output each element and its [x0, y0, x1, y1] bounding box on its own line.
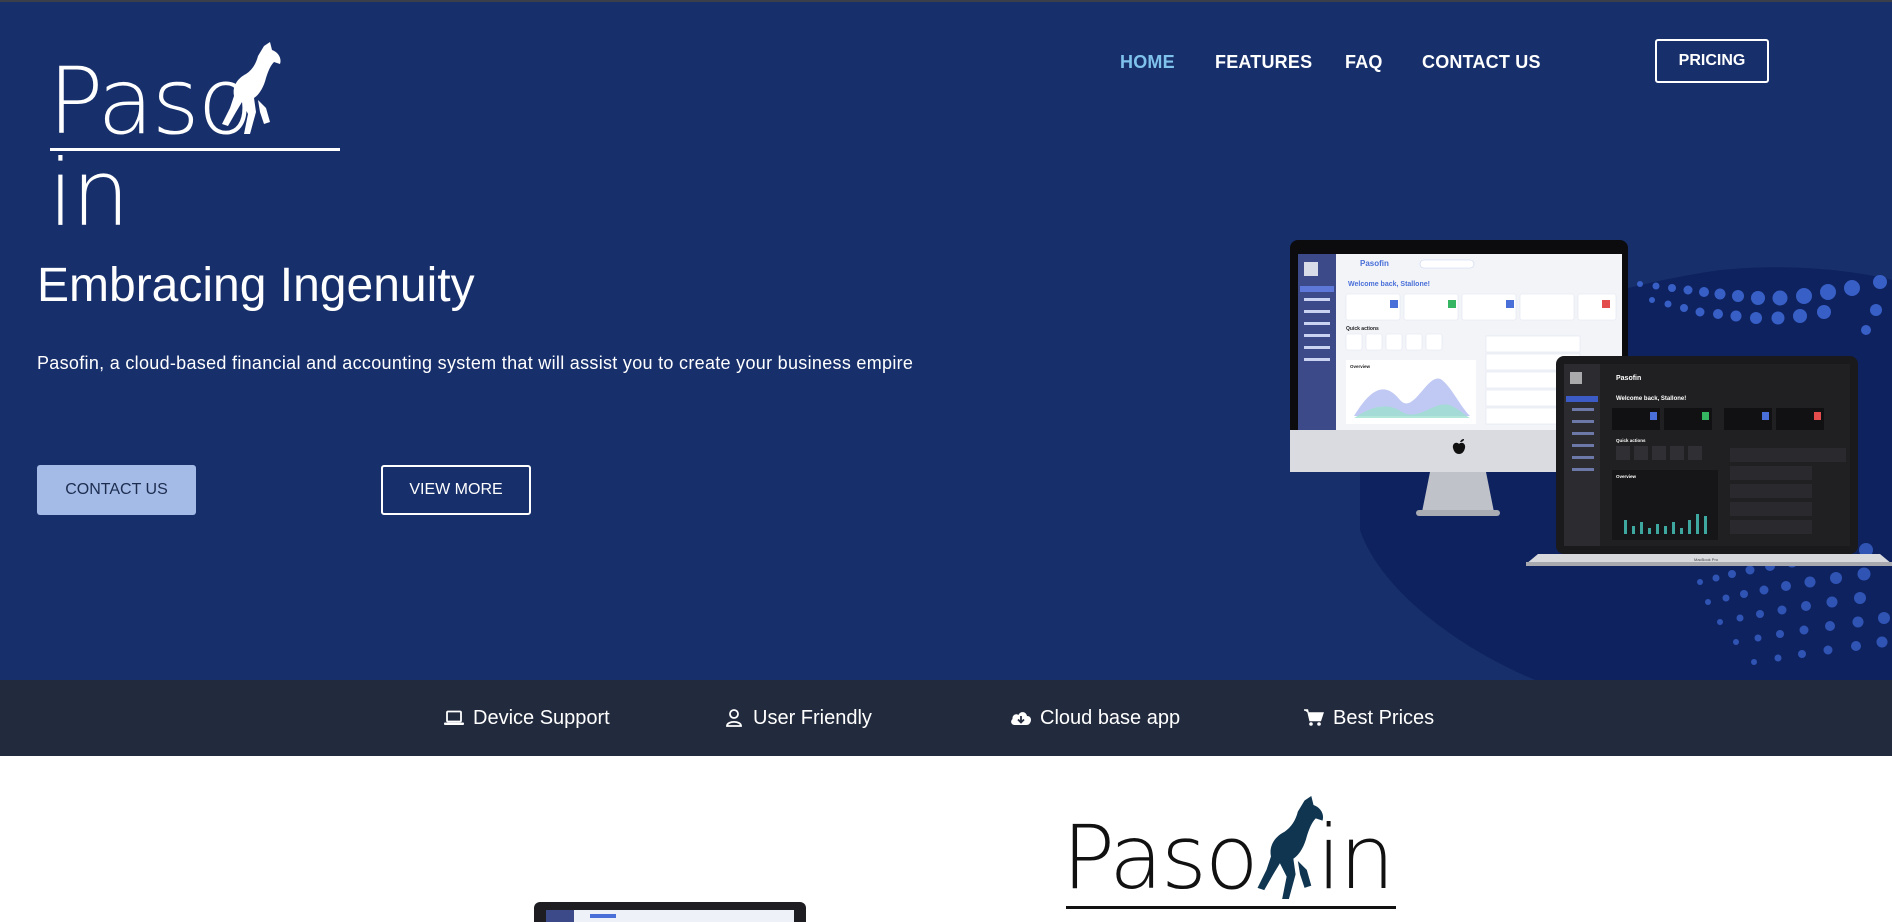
logo-underline — [1066, 906, 1396, 909]
svg-text:Pasofin: Pasofin — [1360, 259, 1389, 268]
logo-underline — [50, 148, 340, 151]
user-icon — [723, 707, 745, 729]
feature-device-support: Device Support — [443, 704, 610, 732]
hero-title: Embracing Ingenuity — [37, 259, 475, 312]
pasofin-logo-large: Paso in — [1062, 796, 1402, 922]
laptop-mockup-image — [534, 902, 806, 922]
hero-subtitle: Pasofin, a cloud-based financial and acc… — [37, 353, 914, 373]
nav-features[interactable]: FEATURES — [1215, 52, 1312, 73]
hero-section: Pasoin HOME FEATURES FAQ CONTACT US PRIC… — [0, 2, 1892, 680]
nav-faq[interactable]: FAQ — [1345, 52, 1383, 73]
cart-icon — [1303, 707, 1325, 729]
svg-text:Overview: Overview — [1350, 364, 1371, 369]
contact-us-button[interactable]: CONTACT US — [37, 465, 196, 515]
feature-cloud-base-app: Cloud base app — [1010, 704, 1180, 732]
nav-contact-us[interactable]: CONTACT US — [1422, 52, 1541, 73]
feature-label: Device Support — [473, 706, 610, 729]
feature-label: User Friendly — [753, 706, 872, 729]
feature-label: Cloud base app — [1040, 706, 1181, 729]
cloud-download-icon — [1010, 707, 1032, 729]
svg-text:Pasofin: Pasofin — [1616, 375, 1641, 382]
horse-icon — [1257, 796, 1324, 900]
svg-text:Welcome back, Stallone!: Welcome back, Stallone! — [1348, 281, 1430, 288]
horse-icon — [222, 42, 281, 134]
device-mockup-illustration: Pasofin Welcome back, Stallone! Quick ac… — [1290, 240, 1892, 680]
pricing-button[interactable]: PRICING — [1655, 39, 1769, 83]
about-section: Paso in — [0, 756, 1892, 922]
svg-text:Welcome back, Stallone!: Welcome back, Stallone! — [1616, 396, 1686, 402]
macbook-device: Pasofin Welcome back, Stallone! Quick ac… — [1526, 356, 1892, 566]
svg-text:Quick actions: Quick actions — [1616, 438, 1646, 443]
feature-label: Best Prices — [1333, 706, 1435, 729]
svg-text:MacBook Pro: MacBook Pro — [1694, 557, 1719, 562]
features-bar: Device Support User Friendly Cloud base … — [0, 680, 1892, 756]
feature-user-friendly: User Friendly — [723, 704, 872, 732]
laptop-icon — [443, 707, 465, 729]
site-logo[interactable]: Pasoin — [48, 38, 348, 240]
svg-text:Quick actions: Quick actions — [1346, 326, 1379, 332]
feature-best-prices: Best Prices — [1303, 704, 1434, 732]
nav-home[interactable]: HOME — [1120, 52, 1175, 73]
svg-text:Overview: Overview — [1616, 474, 1637, 479]
logo-wordmark: Pasoin — [1062, 806, 1395, 909]
view-more-button[interactable]: VIEW MORE — [381, 465, 531, 515]
